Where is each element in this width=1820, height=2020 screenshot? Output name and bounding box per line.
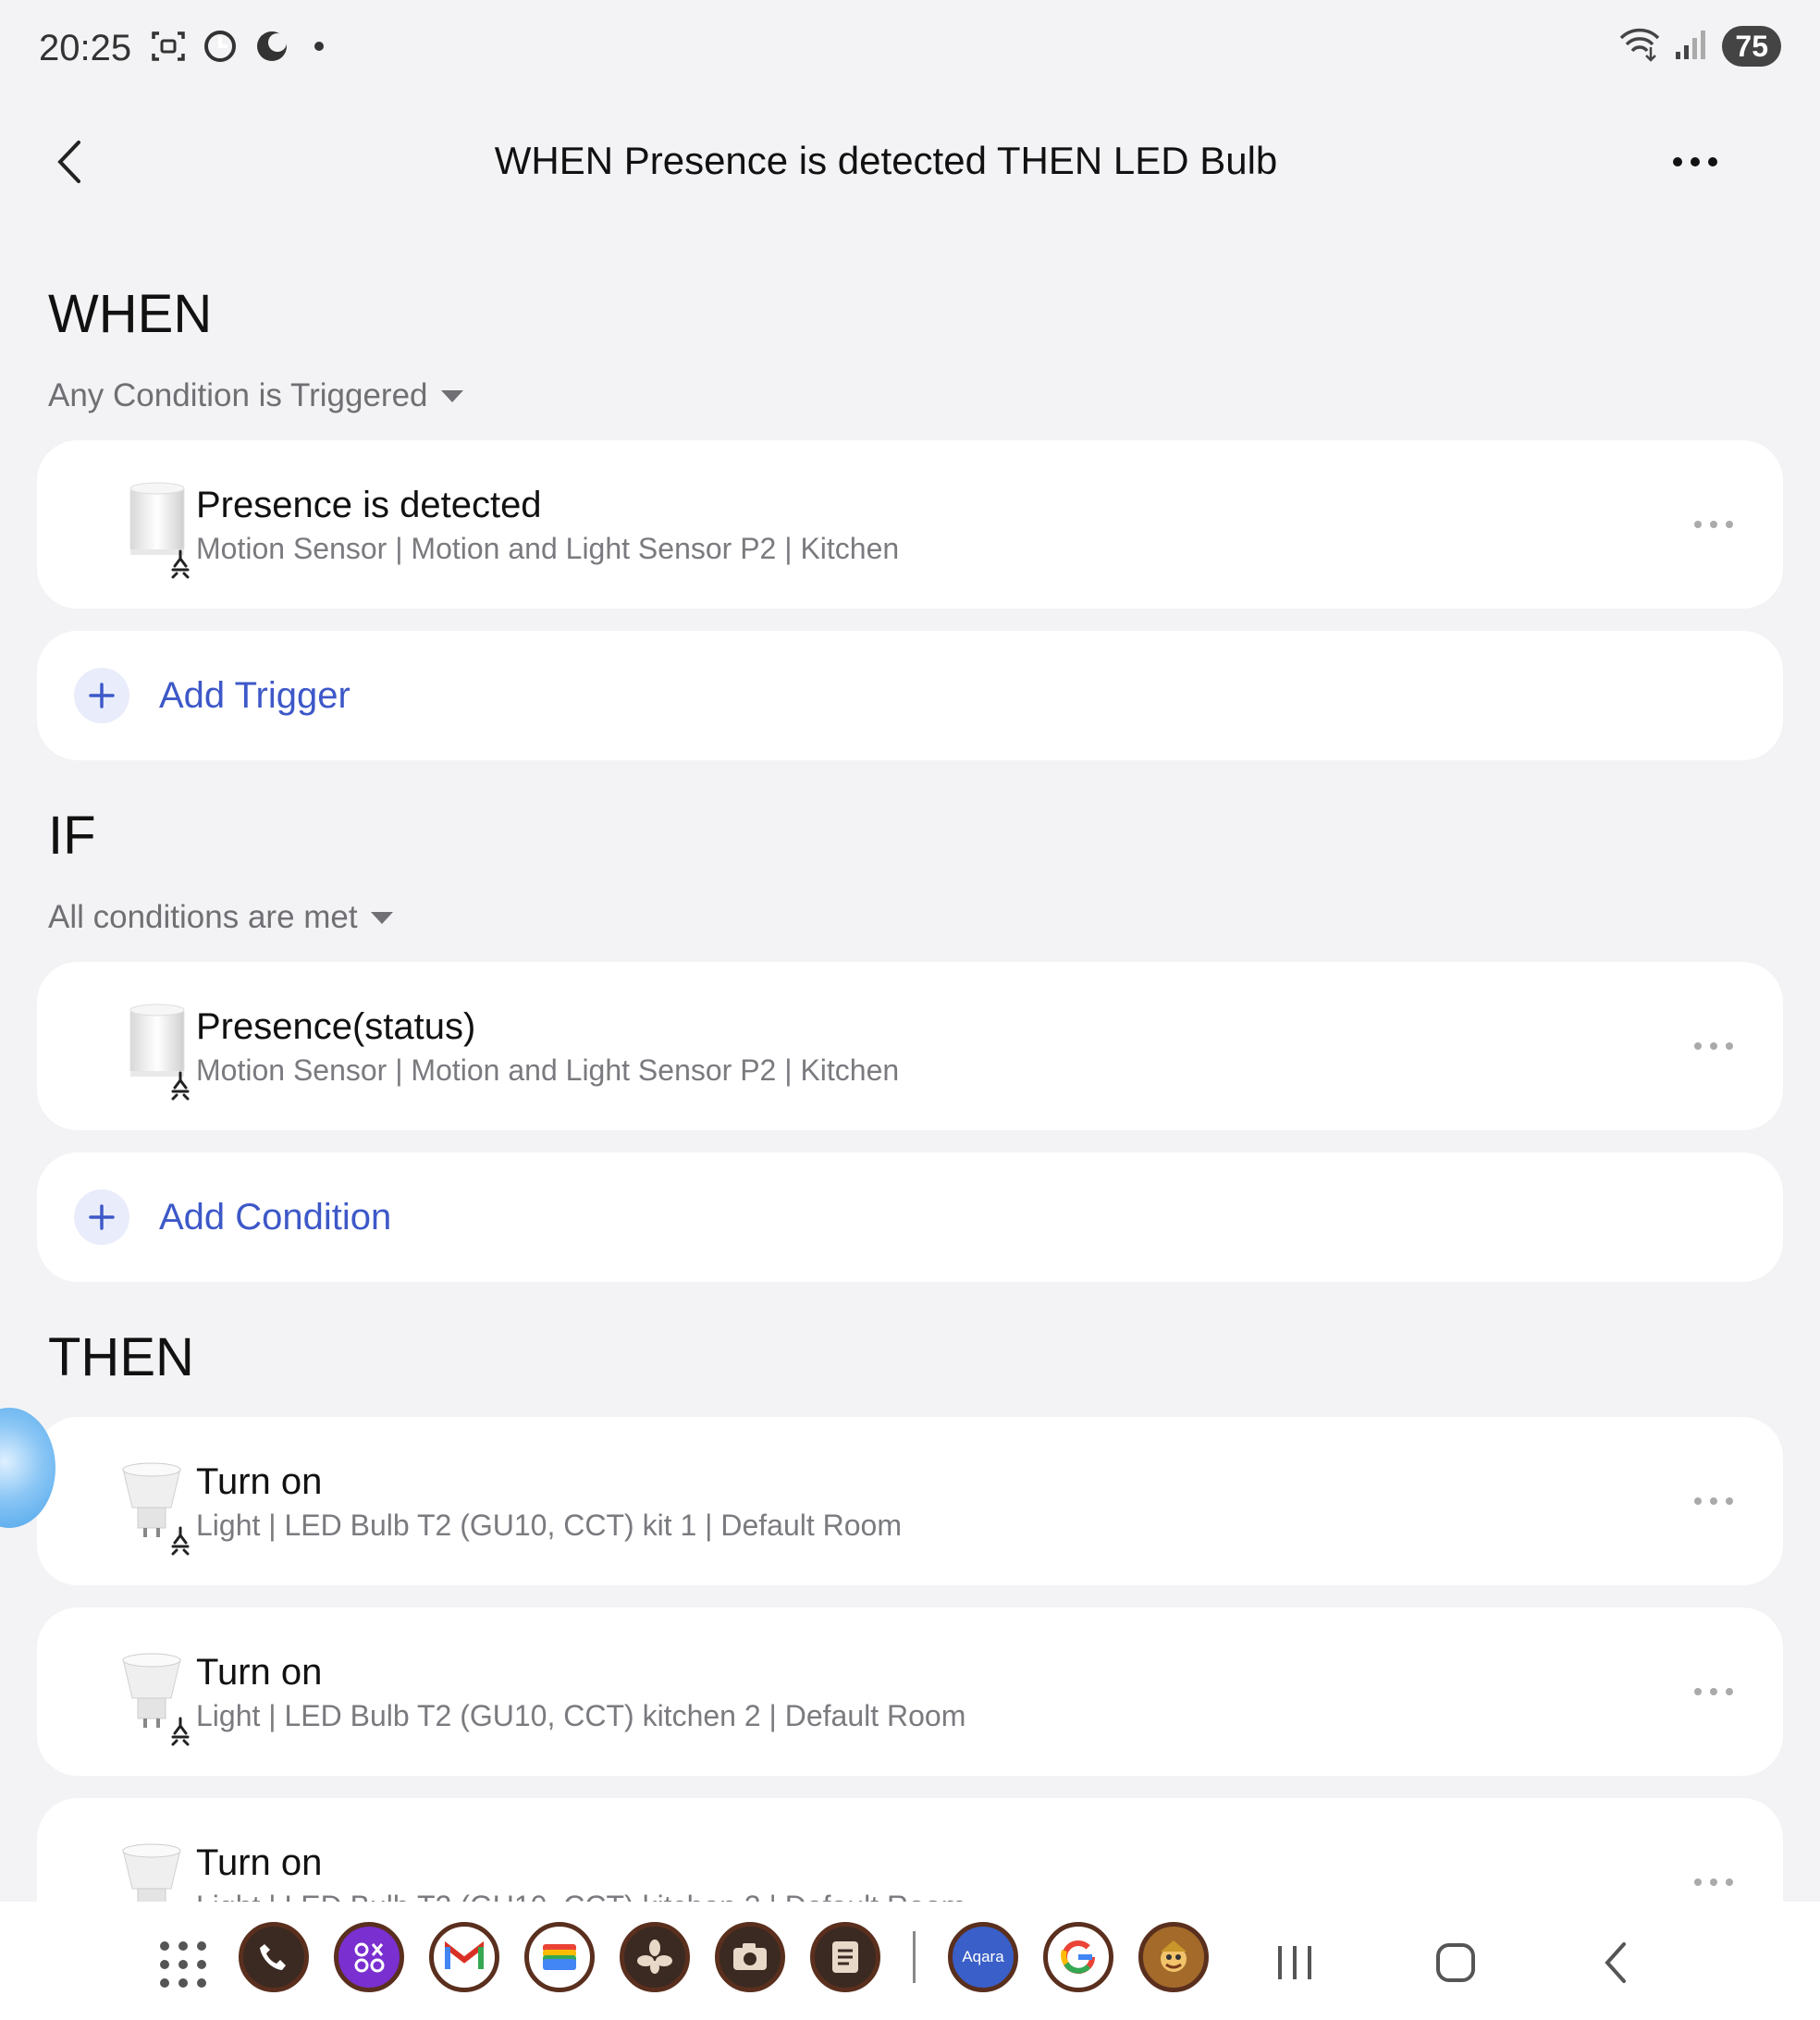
- app-dock: Aqara: [239, 1922, 1209, 1992]
- plus-icon: [74, 668, 129, 723]
- battery-indicator: 75: [1722, 26, 1781, 67]
- home-button[interactable]: [1428, 1935, 1483, 1990]
- action-more-button[interactable]: [1681, 1469, 1746, 1533]
- dropdown-caret-icon: [370, 911, 393, 924]
- add-trigger-label: Add Trigger: [159, 675, 350, 716]
- when-mode-dropdown[interactable]: Any Condition is Triggered: [48, 377, 463, 414]
- dock-divider: [913, 1931, 916, 1983]
- condition-item[interactable]: Presence(status) Motion Sensor | Motion …: [37, 962, 1783, 1130]
- action-item[interactable]: Turn on Light | LED Bulb T2 (GU10, CCT) …: [37, 1607, 1783, 1776]
- signal-icon: [1674, 28, 1709, 66]
- action-item[interactable]: Turn on Light | LED Bulb T2 (GU10, CCT) …: [37, 1798, 1783, 1902]
- galaxy-store-app-icon[interactable]: [334, 1922, 404, 1992]
- action-title: Turn on: [196, 1842, 323, 1883]
- add-trigger-button[interactable]: Add Trigger: [37, 631, 1783, 760]
- more-horizontal-icon: [1694, 1688, 1733, 1695]
- status-right: 75: [1618, 26, 1781, 67]
- navigation-bar: Aqara: [0, 1902, 1820, 2020]
- more-horizontal-icon: [1694, 1042, 1733, 1050]
- night-mode-icon: [252, 26, 292, 67]
- then-heading: THEN: [48, 1327, 194, 1387]
- app-drawer-button[interactable]: [157, 1939, 209, 1990]
- condition-subtitle: Motion Sensor | Motion and Light Sensor …: [196, 1053, 900, 1087]
- trigger-item[interactable]: Presence is detected Motion Sensor | Mot…: [37, 440, 1783, 609]
- when-mode-label: Any Condition is Triggered: [48, 377, 428, 413]
- grid-icon: [160, 1941, 206, 1988]
- system-back-button[interactable]: [1589, 1935, 1644, 1990]
- plus-icon: [74, 1189, 129, 1245]
- wallet-app-icon[interactable]: [524, 1922, 595, 1992]
- more-horizontal-icon: [1673, 157, 1717, 166]
- led-bulb-icon: [88, 1644, 199, 1755]
- bixby-routines-app-icon[interactable]: [620, 1922, 690, 1992]
- action-more-button[interactable]: [1681, 1659, 1746, 1724]
- led-bulb-icon: [88, 1454, 199, 1565]
- trigger-title: Presence is detected: [196, 485, 542, 525]
- phone-app-icon[interactable]: [239, 1922, 309, 1992]
- add-condition-button[interactable]: Add Condition: [37, 1152, 1783, 1282]
- add-condition-label: Add Condition: [159, 1197, 392, 1238]
- status-time: 20:25: [39, 28, 132, 68]
- aqara-app-icon[interactable]: Aqara: [948, 1922, 1018, 1992]
- google-app-icon[interactable]: [1043, 1922, 1113, 1992]
- notes-app-icon[interactable]: [810, 1922, 880, 1992]
- motion-sensor-icon: [88, 999, 199, 1110]
- home-icon: [1436, 1943, 1475, 1982]
- motion-sensor-icon: [88, 477, 199, 588]
- notification-icons: [148, 26, 324, 67]
- header-more-button[interactable]: [1663, 129, 1728, 194]
- action-title: Turn on: [196, 1652, 323, 1693]
- gmail-app-icon[interactable]: [429, 1922, 499, 1992]
- action-item[interactable]: Turn on Light | LED Bulb T2 (GU10, CCT) …: [37, 1417, 1783, 1585]
- aqara-logo-text: Aqara: [962, 1948, 1004, 1965]
- more-horizontal-icon: [1694, 1878, 1733, 1886]
- if-heading: IF: [48, 806, 96, 866]
- action-subtitle: Light | LED Bulb T2 (GU10, CCT) kitchen …: [196, 1699, 966, 1732]
- condition-more-button[interactable]: [1681, 1014, 1746, 1078]
- clash-of-clans-app-icon[interactable]: [1138, 1922, 1209, 1992]
- action-subtitle: Light | LED Bulb T2 (GU10, CCT) kit 1 | …: [196, 1509, 902, 1542]
- page-title: WHEN Presence is detected THEN LED Bulb: [494, 139, 1278, 182]
- chevron-left-icon: [1605, 1942, 1626, 1983]
- camera-app-icon[interactable]: [715, 1922, 785, 1992]
- dropdown-caret-icon: [440, 389, 463, 402]
- more-notifications-dot: [314, 42, 324, 51]
- more-horizontal-icon: [1694, 521, 1733, 528]
- sync-icon: [200, 26, 240, 67]
- if-mode-label: All conditions are met: [48, 899, 358, 935]
- condition-title: Presence(status): [196, 1006, 476, 1047]
- more-horizontal-icon: [1694, 1497, 1733, 1505]
- recents-icon: [1278, 1946, 1311, 1979]
- when-heading: WHEN: [48, 284, 213, 344]
- if-mode-dropdown[interactable]: All conditions are met: [48, 899, 393, 936]
- trigger-subtitle: Motion Sensor | Motion and Light Sensor …: [196, 532, 900, 565]
- wifi-icon: [1618, 27, 1661, 67]
- action-subtitle: Light | LED Bulb T2 (GU10, CCT) kitchen …: [196, 1890, 965, 1902]
- status-bar: 20:25 75: [0, 0, 1820, 92]
- app-header: WHEN Presence is detected THEN LED Bulb: [0, 120, 1820, 203]
- screenshot-icon: [148, 26, 189, 67]
- recent-apps-button[interactable]: [1267, 1935, 1322, 1990]
- automation-editor-screen: 20:25 75 WHEN Presence is detected THEN …: [0, 0, 1820, 2020]
- led-bulb-icon: [88, 1835, 199, 1902]
- action-more-button[interactable]: [1681, 1850, 1746, 1902]
- trigger-more-button[interactable]: [1681, 492, 1746, 557]
- action-title: Turn on: [196, 1461, 323, 1502]
